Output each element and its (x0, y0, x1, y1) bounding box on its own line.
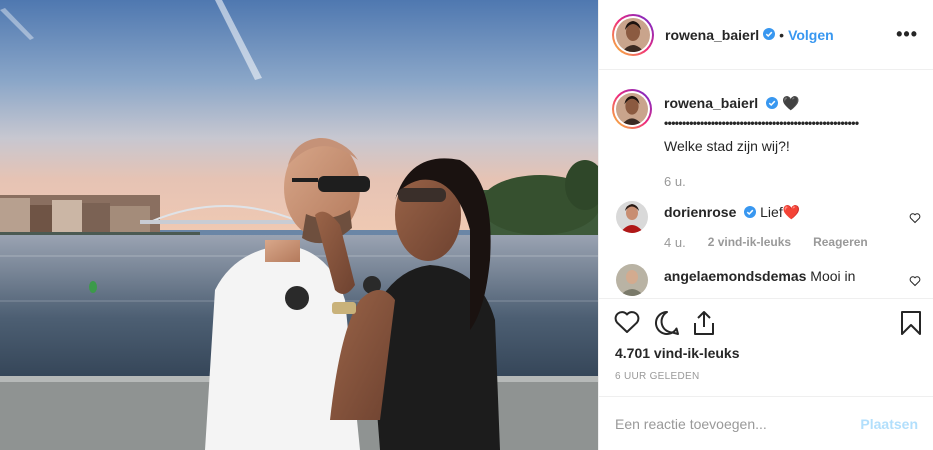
post-comment-button[interactable]: Plaatsen (860, 416, 918, 432)
add-comment-bar: Plaatsen (599, 396, 933, 450)
share-icon[interactable] (692, 310, 716, 339)
author-avatar[interactable] (612, 13, 654, 56)
caption-time[interactable]: 6 u. (664, 174, 919, 189)
caption-text: Welke stad zijn wij?! (664, 137, 790, 154)
comment-item: dorienrose Lief❤️ 4 u. 2 vind-ik-leuks R… (612, 200, 933, 250)
post-header: rowena_baierl • Volgen ••• (599, 0, 933, 70)
post-panel: rowena_baierl • Volgen ••• rowena_baierl… (598, 0, 933, 450)
verified-badge-icon (766, 95, 779, 114)
caption-avatar[interactable] (612, 89, 652, 129)
avatar-image (616, 17, 650, 52)
reply-button[interactable]: Reageren (813, 235, 868, 250)
comment-time[interactable]: 4 u. (664, 235, 686, 250)
commenter-avatar[interactable] (616, 264, 648, 296)
comment-likes[interactable]: 2 vind-ik-leuks (708, 235, 791, 250)
post-photo[interactable] (0, 0, 598, 450)
caption: rowena_baierl 🖤 ••••••••••••••••••••••••… (612, 71, 933, 189)
like-count[interactable]: 4.701 vind-ik-leuks (615, 345, 740, 361)
caption-emoji: 🖤 (781, 95, 800, 111)
comment-body: angelaemondsdemas Mooi in (664, 264, 855, 296)
commenter-avatar[interactable] (616, 200, 648, 233)
more-icon[interactable]: ••• (896, 24, 918, 45)
caption-username[interactable]: rowena_baierl (664, 95, 758, 111)
comment-body: dorienrose Lief❤️ 4 u. 2 vind-ik-leuks R… (664, 201, 868, 250)
comments-list[interactable]: rowena_baierl 🖤 ••••••••••••••••••••••••… (599, 71, 933, 296)
comment-emoji: ❤️ (782, 203, 801, 220)
comment-like-heart-icon[interactable] (909, 274, 921, 290)
heart-icon[interactable] (614, 310, 640, 337)
comment-like-heart-icon[interactable] (909, 211, 921, 227)
follow-button[interactable]: Volgen (788, 27, 834, 43)
verified-badge-icon (744, 205, 757, 221)
post-timestamp[interactable]: 6 UUR GELEDEN (615, 371, 699, 382)
comment-meta: 4 u. 2 vind-ik-leuks Reageren (664, 235, 868, 250)
action-bar (612, 308, 922, 340)
divider (599, 298, 933, 299)
comment-username[interactable]: dorienrose (664, 204, 736, 220)
comment-item: angelaemondsdemas Mooi in (612, 264, 933, 296)
comment-text: Mooi in (810, 268, 856, 285)
comment-input[interactable] (615, 415, 861, 432)
verified-badge-icon (763, 27, 776, 43)
comment-username[interactable]: angelaemondsdemas (664, 268, 806, 284)
comment-text: Lief (760, 203, 783, 220)
caption-dots: ••••••••••••••••••••••••••••••••••••••••… (664, 115, 859, 130)
separator-dot: • (779, 26, 785, 43)
bookmark-icon[interactable] (900, 310, 922, 339)
author-username[interactable]: rowena_baierl (665, 27, 759, 43)
caption-body: rowena_baierl 🖤 ••••••••••••••••••••••••… (664, 89, 919, 189)
comment-icon[interactable] (654, 310, 680, 339)
avatar-image (616, 93, 648, 125)
